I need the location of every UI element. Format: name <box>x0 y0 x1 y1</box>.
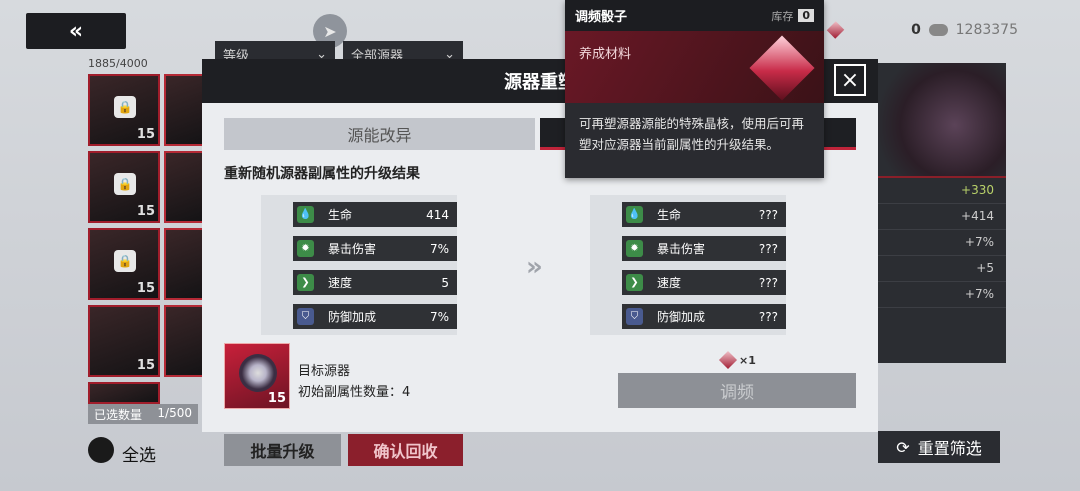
lock-icon: 🔒 <box>114 250 136 272</box>
stat-value: 7% <box>429 309 449 324</box>
target-level: 15 <box>267 391 286 406</box>
stock: 库存 0 <box>771 8 814 24</box>
stat-value: ??? <box>758 309 778 324</box>
item-level: 15 <box>136 127 155 142</box>
stat-name: 速度 <box>657 276 682 290</box>
selected-count: 已选数量 1/500 <box>88 404 198 424</box>
stat-value: 7% <box>429 241 449 256</box>
shield-icon: ⛉ <box>297 308 314 325</box>
reset-filter-label: 重置筛选 <box>917 439 982 458</box>
speed-icon: ❯ <box>297 274 314 291</box>
tooltip-banner: 养成材料 <box>565 31 824 103</box>
crit-icon: ✹ <box>626 240 643 257</box>
tooltip-description: 可再塑源器源能的特殊晶核，使用后可再塑对应源器当前副属性的升级结果。 <box>579 116 805 152</box>
hp-icon: 💧 <box>626 206 643 223</box>
item-detail-panel: +330 +414 +7% +5 +7% <box>878 63 1006 363</box>
tooltip-title: 调频骰子 <box>575 10 628 25</box>
tooltip-category: 养成材料 <box>579 47 632 62</box>
back-icon: « <box>68 18 84 44</box>
close-icon: × <box>840 67 860 93</box>
stat-row: ⛉ 防御加成 7% <box>293 304 457 329</box>
target-source-item[interactable]: 15 <box>224 343 290 409</box>
stat-name: 暴击伤害 <box>328 242 377 256</box>
target-label: 目标源器 <box>298 364 351 379</box>
inventory-count: 1885/4000 <box>88 57 148 70</box>
speed-icon: ❯ <box>626 274 643 291</box>
crit-icon: ✹ <box>297 240 314 257</box>
subheading: 重新随机源器副属性的升级结果 <box>224 166 420 182</box>
stat-value: +5 <box>878 256 1006 282</box>
coin-value: 1283375 <box>955 22 1018 38</box>
cost-indicator: ×1 <box>718 350 756 370</box>
select-all-label[interactable]: 全选 <box>122 441 156 466</box>
stat-name: 防御加成 <box>328 310 377 324</box>
tune-button[interactable]: 调频 <box>618 373 856 408</box>
batch-upgrade-button[interactable]: 批量升级 <box>224 434 341 466</box>
dice-icon <box>718 350 738 370</box>
dice-gem-icon <box>749 35 815 101</box>
item-level: 15 <box>136 204 155 219</box>
close-button[interactable]: × <box>834 64 866 96</box>
select-all-checkbox[interactable] <box>88 437 114 463</box>
selected-label: 已选数量 <box>94 408 143 422</box>
grid-item[interactable] <box>164 228 206 300</box>
currency-value: 0 <box>911 22 921 38</box>
after-stats: 💧 生命??? ✹ 暴击伤害??? ❯ 速度??? ⛉ 防御加成??? <box>590 195 786 335</box>
stat-name: 暴击伤害 <box>657 242 706 256</box>
item-tooltip: 调频骰子 库存 0 养成材料 可再塑源器源能的特殊晶核，使用后可再塑对应源器当前副… <box>565 0 824 178</box>
stat-value: ??? <box>758 275 778 290</box>
stat-value: +7% <box>878 282 1006 308</box>
stat-value: ??? <box>758 241 778 256</box>
item-level: 15 <box>136 358 155 373</box>
before-stats: 💧 生命 414 ✹ 暴击伤害 7% ❯ 速度 5 ⛉ 防御加成 7% <box>261 195 457 335</box>
shield-icon: ⛉ <box>626 308 643 325</box>
selected-value: 1/500 <box>157 406 192 420</box>
stat-row: ❯ 速度 5 <box>293 270 457 295</box>
dice-icon <box>826 21 845 39</box>
stat-name: 速度 <box>328 276 353 290</box>
arrow-right-icon: » <box>526 252 543 282</box>
currency-bar: 0 1283375 <box>826 16 1018 44</box>
stat-value: ??? <box>758 207 778 222</box>
stat-value: 5 <box>441 275 449 290</box>
grid-item[interactable] <box>164 305 206 377</box>
stat-value: +7% <box>878 230 1006 256</box>
item-level: 15 <box>136 281 155 296</box>
stat-name: 生命 <box>328 208 353 222</box>
back-button[interactable]: « <box>26 13 126 49</box>
target-substat-count: 初始副属性数量：4 <box>298 385 411 400</box>
stat-value: 414 <box>426 207 449 222</box>
stat-row: ⛉ 防御加成??? <box>622 304 786 329</box>
reset-filter-button[interactable]: ⟳ 重置筛选 <box>878 431 1000 463</box>
confirm-recycle-button[interactable]: 确认回收 <box>348 434 463 466</box>
stat-row: 💧 生命 414 <box>293 202 457 227</box>
stock-label: 库存 <box>771 9 794 23</box>
hp-icon: 💧 <box>297 206 314 223</box>
grid-item[interactable]: 🔒 15 <box>88 74 160 146</box>
lock-icon: 🔒 <box>114 96 136 118</box>
stat-value: +414 <box>878 204 1006 230</box>
stat-value: +330 <box>878 178 1006 204</box>
grid-item[interactable] <box>164 151 206 223</box>
coin-icon <box>928 24 948 36</box>
stat-row: 💧 生命??? <box>622 202 786 227</box>
stat-row: ✹ 暴击伤害??? <box>622 236 786 261</box>
tooltip-header: 调频骰子 库存 0 <box>565 0 824 31</box>
stat-name: 生命 <box>657 208 682 222</box>
source-item-image <box>878 63 1006 178</box>
grid-item[interactable]: 🔒 15 <box>88 228 160 300</box>
stat-name: 防御加成 <box>657 310 706 324</box>
cost-value: ×1 <box>739 353 756 367</box>
grid-item[interactable] <box>164 74 206 146</box>
lock-icon: 🔒 <box>114 173 136 195</box>
grid-item[interactable]: 🔒 15 <box>88 151 160 223</box>
stock-value: 0 <box>798 9 814 22</box>
stat-row: ✹ 暴击伤害 7% <box>293 236 457 261</box>
stat-row: ❯ 速度??? <box>622 270 786 295</box>
tab-source-modify[interactable]: 源能改异 <box>224 118 535 150</box>
grid-item[interactable] <box>88 382 160 404</box>
grid-item[interactable]: 15 <box>88 305 160 377</box>
source-core-icon <box>239 354 277 392</box>
refresh-icon: ⟳ <box>896 437 910 457</box>
